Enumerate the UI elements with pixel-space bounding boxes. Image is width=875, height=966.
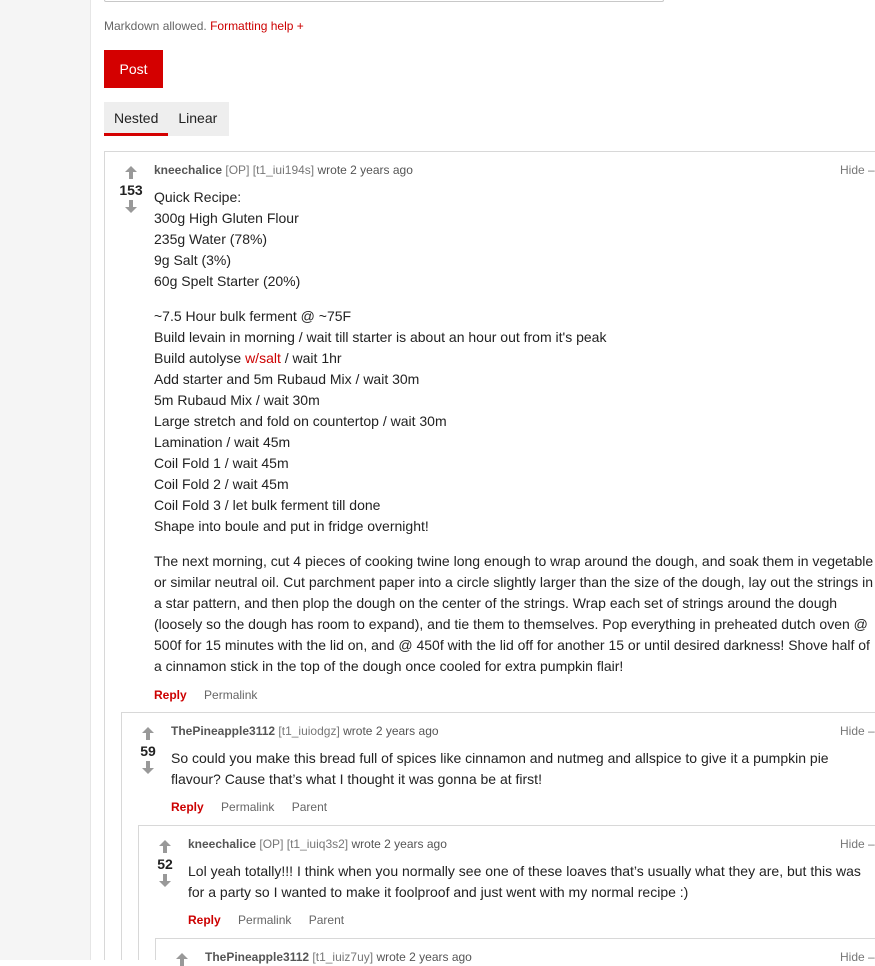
wrote-label: wrote <box>343 724 373 738</box>
permalink-link[interactable]: Permalink <box>204 688 257 702</box>
post-button[interactable]: Post <box>104 50 163 88</box>
parent-link[interactable]: Parent <box>292 800 327 814</box>
comment-time: 2 years ago <box>350 163 413 177</box>
reply-link[interactable]: Reply <box>171 800 204 814</box>
wrote-label: wrote <box>317 163 347 177</box>
comment-score: 52 <box>157 856 173 872</box>
comment-id: [t1_iuiq3s2] <box>286 837 349 851</box>
recipe-line: 235g Water (78%) <box>154 231 268 247</box>
left-gutter <box>0 0 91 960</box>
comment-actions: Reply Permalink Parent <box>188 913 358 927</box>
comment-id: [t1_iuiz7uy] <box>312 950 374 964</box>
comment-time: 2 years ago <box>375 724 439 738</box>
vote-box: 52 <box>152 840 178 887</box>
comment-meta: kneechalice [OP] [t1_iui194s] wrote 2 ye… <box>154 163 413 177</box>
tab-linear[interactable]: Linear <box>168 102 227 136</box>
comment-textarea[interactable] <box>104 0 664 2</box>
comment-actions: Reply Permalink Parent <box>171 800 341 814</box>
recipe-line: ~7.5 Hour bulk ferment @ ~75F <box>154 308 352 324</box>
recipe-line: Shape into boule and put in fridge overn… <box>154 518 429 534</box>
recipe-line: 300g High Gluten Flour <box>154 210 299 226</box>
comment-id: [t1_iui194s] <box>252 163 315 177</box>
recipe-line: Add starter and 5m Rubaud Mix / wait 30m <box>154 371 420 387</box>
op-tag: [OP] <box>225 163 250 177</box>
recipe-line: Coil Fold 3 / let bulk ferment till done <box>154 497 381 513</box>
op-tag: [OP] <box>259 837 284 851</box>
comment-id: [t1_iuiodgz] <box>278 724 340 738</box>
comment-score: 153 <box>119 182 143 198</box>
hide-link[interactable]: Hide – <box>840 837 875 851</box>
recipe-line-part: / wait 1hr <box>280 350 342 366</box>
comment-time: 2 years ago <box>384 837 447 851</box>
recipe-line: Coil Fold 1 / wait 45m <box>154 455 289 471</box>
reply-link[interactable]: Reply <box>154 688 187 702</box>
recipe-line: 9g Salt (3%) <box>154 252 232 268</box>
comment-score: 59 <box>140 743 156 759</box>
recipe-line: Build autolyse w/salt / wait 1hr <box>154 348 875 369</box>
permalink-link[interactable]: Permalink <box>221 800 274 814</box>
comment-view-tabs: Nested Linear <box>104 102 229 136</box>
comment-author[interactable]: kneechalice <box>154 163 222 177</box>
hide-link[interactable]: Hide – <box>840 163 875 177</box>
markdown-note: Markdown allowed. Formatting help + <box>104 19 304 33</box>
comment-author[interactable]: ThePineapple3112 <box>171 724 275 738</box>
markdown-allowed-text: Markdown allowed. <box>104 19 207 33</box>
comment-body: Lol yeah totally!!! I think when you nor… <box>188 863 861 900</box>
comment-time: 2 years ago <box>409 950 472 964</box>
recipe-line: Quick Recipe: <box>154 189 242 205</box>
comment-thepineapple-2: ThePineapple3112 [t1_iuiz7uy] wrote 2 ye… <box>155 938 875 966</box>
salt-link[interactable]: w/salt <box>245 350 281 366</box>
comment-body: Quick Recipe: 300g High Gluten Flour 235… <box>154 187 875 677</box>
comment-body: So could you make this bread full of spi… <box>171 750 829 787</box>
comment-author[interactable]: ThePineapple3112 <box>205 950 309 964</box>
hide-link[interactable]: Hide – <box>840 950 875 964</box>
permalink-link[interactable]: Permalink <box>238 913 291 927</box>
reply-link[interactable]: Reply <box>188 913 221 927</box>
upvote-arrow-icon[interactable] <box>124 166 138 179</box>
recipe-line: Lamination / wait 45m <box>154 434 291 450</box>
hide-link[interactable]: Hide – <box>840 724 875 738</box>
parent-link[interactable]: Parent <box>309 913 344 927</box>
downvote-arrow-icon[interactable] <box>158 874 172 887</box>
downvote-arrow-icon[interactable] <box>141 761 155 774</box>
comment-meta: kneechalice [OP] [t1_iuiq3s2] wrote 2 ye… <box>188 837 447 851</box>
upvote-arrow-icon[interactable] <box>141 727 155 740</box>
vote-box: 59 <box>135 727 161 774</box>
wrote-label: wrote <box>351 837 381 851</box>
vote-box: 153 <box>118 166 144 213</box>
comment-actions: Reply Permalink <box>154 688 271 702</box>
comment-author[interactable]: kneechalice <box>188 837 256 851</box>
comment-meta: ThePineapple3112 [t1_iuiodgz] wrote 2 ye… <box>171 724 439 738</box>
downvote-arrow-icon[interactable] <box>124 200 138 213</box>
recipe-line-part: Build autolyse <box>154 350 246 366</box>
recipe-paragraph: The next morning, cut 4 pieces of cookin… <box>154 553 874 674</box>
recipe-line: 60g Spelt Starter (20%) <box>154 273 301 289</box>
recipe-line: Coil Fold 2 / wait 45m <box>154 476 289 492</box>
wrote-label: wrote <box>376 950 406 964</box>
upvote-arrow-icon[interactable] <box>158 840 172 853</box>
recipe-line: Build levain in morning / wait till star… <box>154 329 607 345</box>
comment-meta: ThePineapple3112 [t1_iuiz7uy] wrote 2 ye… <box>205 950 472 964</box>
recipe-line: Large stretch and fold on countertop / w… <box>154 413 447 429</box>
tab-nested[interactable]: Nested <box>104 102 169 136</box>
recipe-line: 5m Rubaud Mix / wait 30m <box>154 392 320 408</box>
formatting-help-link[interactable]: Formatting help + <box>210 19 304 33</box>
